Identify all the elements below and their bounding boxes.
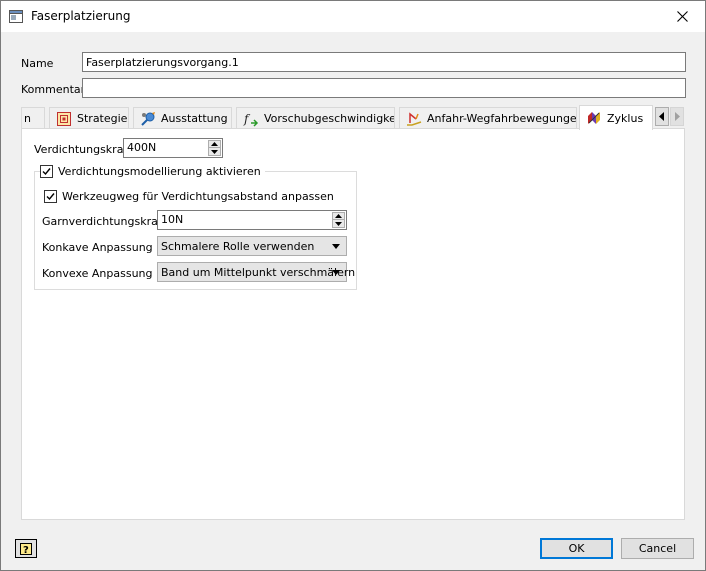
compaction-force-spinner[interactable]: 400N [123,138,223,158]
modeling-checkbox-label: Verdichtungsmodellierung aktivieren [58,164,261,178]
adjust-toolpath-checkbox[interactable] [44,189,57,203]
tab-label: Strategie [77,112,128,125]
svg-text:?: ? [23,545,29,556]
arrow-up-icon [335,214,342,218]
checkmark-icon [42,167,51,175]
checkmark-icon [46,192,55,200]
arrow-up-icon [211,142,218,146]
concave-dropdown[interactable]: Schmalere Rolle verwenden [157,236,347,256]
compaction-force-value: 400N [127,141,157,154]
close-button[interactable] [659,1,705,32]
convex-label: Konvexe Anpassung [42,267,153,280]
tab-label: n [24,112,31,125]
arrow-down-icon [211,149,218,154]
comment-label: Kommentar [21,83,86,96]
chevron-down-icon [332,244,340,249]
approach-retract-icon [407,111,422,126]
help-icon: ? [20,542,32,556]
dialog-window: Faserplatzierung Name Kommentar n Strate… [0,0,706,571]
convex-dropdown[interactable]: Band um Mittelpunkt verschmälern [157,262,355,282]
cancel-button[interactable]: Cancel [621,538,694,559]
name-input[interactable] [82,52,686,72]
adjust-toolpath-label: Werkzeugweg für Verdichtungsabstand anpa… [62,189,334,203]
modeling-checkbox-row[interactable]: Verdichtungsmodellierung aktivieren [40,163,265,179]
tab-label: Vorschubgeschwindigkeit [264,112,395,125]
close-icon [676,11,688,22]
tab-vorschubgeschwindigkeit[interactable]: f Vorschubgeschwindigkeit [236,107,395,129]
adjust-toolpath-row[interactable]: Werkzeugweg für Verdichtungsabstand anpa… [44,188,334,204]
spinner-buttons [332,212,345,228]
spin-down-button[interactable] [333,220,344,227]
convex-value: Band um Mittelpunkt verschmälern [161,266,356,279]
cycle-icon [588,112,600,124]
spin-up-button[interactable] [333,213,344,220]
spinner-buttons [208,140,221,156]
compaction-force-label: Verdichtungskraft [34,143,132,156]
app-window-icon [9,10,23,23]
yarn-force-spinner[interactable]: 10N [157,210,347,230]
tab-strategie[interactable]: Strategie [49,107,129,129]
tab-ausstattung[interactable]: Ausstattung [133,107,232,129]
tab-scroll-left-button[interactable] [655,107,669,126]
title-bar: Faserplatzierung [1,1,705,32]
help-button[interactable]: ? [15,539,37,558]
yarn-force-value: 10N [161,213,184,226]
feedrate-icon: f [243,112,259,127]
concave-value: Schmalere Rolle verwenden [161,240,315,253]
name-label: Name [21,57,54,70]
equipment-icon [141,111,155,126]
tab-truncated[interactable]: n [21,107,45,129]
tab-strip: n Strategie Ausstattung f Vorschubgeschw… [21,105,685,130]
window-title: Faserplatzierung [31,9,131,23]
concave-label: Konkave Anpassung [42,241,153,254]
tab-label: Zyklus [607,111,644,125]
arrow-left-icon [659,112,664,121]
spin-up-button[interactable] [209,141,220,148]
ok-button[interactable]: OK [540,538,613,559]
comment-input[interactable] [82,78,686,98]
tab-label: Ausstattung [161,112,228,125]
yarn-force-label: Garnverdichtungskraft [42,215,166,228]
tab-anfahr-wegfahrbewegungen[interactable]: Anfahr-Wegfahrbewegungen [399,107,577,129]
chevron-down-icon [332,270,340,275]
tab-label: Anfahr-Wegfahrbewegungen [427,112,577,125]
spin-down-button[interactable] [209,148,220,155]
arrow-right-icon [675,112,680,121]
strategy-icon [57,111,71,126]
tab-scroll-right-button[interactable] [670,107,684,126]
arrow-down-icon [335,221,342,226]
svg-text:f: f [243,112,251,126]
modeling-checkbox[interactable] [40,164,53,178]
tab-zyklus[interactable]: Zyklus [579,105,653,130]
